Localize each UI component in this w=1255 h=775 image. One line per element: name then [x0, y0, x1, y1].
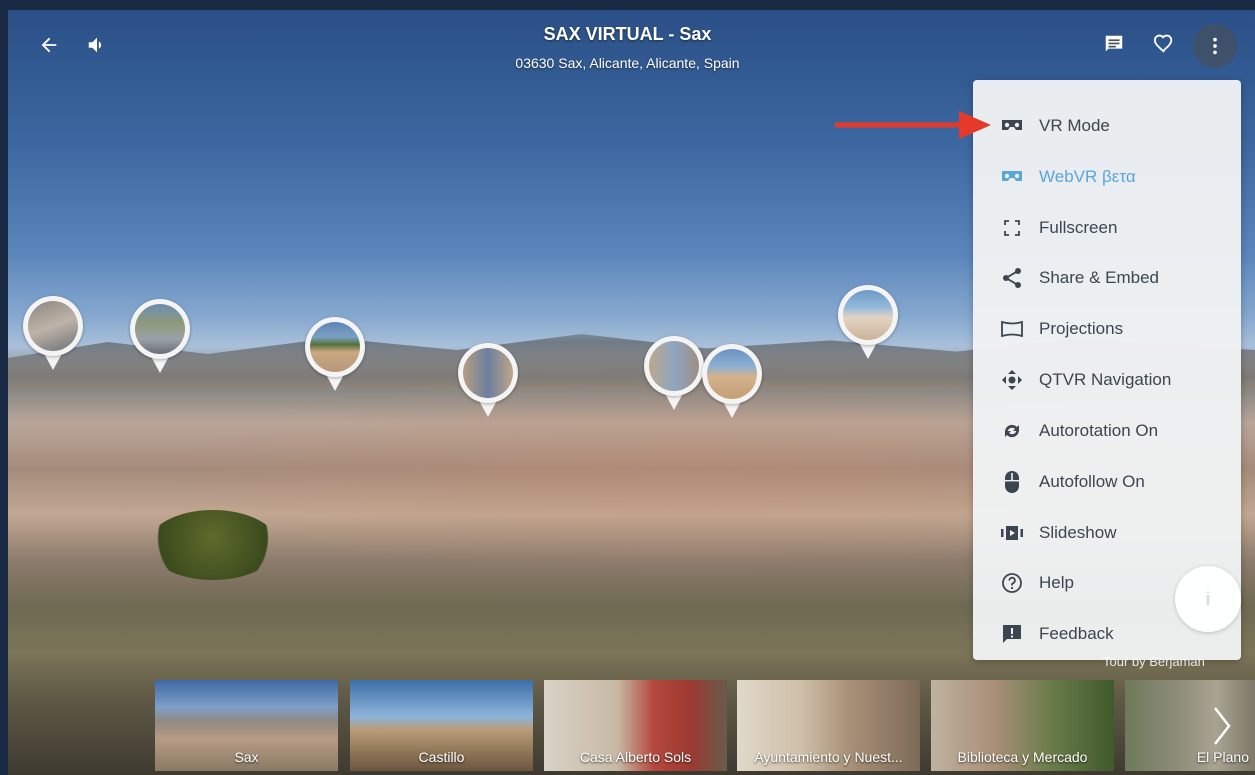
menu-item-label: Autofollow On — [1039, 472, 1145, 491]
scene-thumbnail[interactable]: Casa Alberto Sols — [544, 680, 727, 771]
menu-item-label: Help — [1039, 573, 1074, 592]
projections-icon — [999, 316, 1025, 342]
menu-item-label: Share & Embed — [1039, 268, 1160, 287]
page-subtitle: 03630 Sax, Alicante, Alicante, Spain — [515, 55, 740, 71]
scene-thumbnail[interactable]: Ayuntamiento y Nuest... — [737, 680, 920, 771]
thumbnail-label: Biblioteca y Mercado — [957, 749, 1088, 765]
comment-icon[interactable] — [1100, 30, 1128, 58]
menu-item-label: Feedback — [1039, 624, 1114, 643]
heart-icon[interactable] — [1150, 30, 1178, 58]
kebab-menu-icon[interactable] — [1193, 24, 1237, 68]
autorotation-icon — [999, 418, 1025, 444]
feedback-icon — [999, 621, 1025, 647]
share-icon — [999, 265, 1025, 291]
hotspot-marker[interactable] — [23, 296, 83, 374]
tree — [148, 510, 278, 580]
menu-item-share-embed[interactable]: Share & Embed — [973, 253, 1241, 303]
menu-item-label: QTVR Navigation — [1039, 370, 1172, 389]
hotspot-marker[interactable] — [702, 344, 762, 422]
menu-item-label: WebVR βετα — [1039, 167, 1136, 186]
top-bar: SAX VIRTUAL - Sax 03630 Sax, Alicante, A… — [0, 0, 1255, 90]
menu-item-label: Slideshow — [1039, 523, 1117, 542]
thumbnail-label: Ayuntamiento y Nuest... — [754, 749, 903, 765]
thumbnail-label: Casa Alberto Sols — [579, 749, 692, 765]
hotspot-marker[interactable] — [644, 336, 704, 414]
vr-goggles-icon — [999, 113, 1025, 139]
hotspot-marker[interactable] — [305, 317, 365, 395]
menu-item-webvr[interactable]: WebVR βετα — [973, 152, 1241, 202]
slideshow-icon — [999, 520, 1025, 546]
annotation-arrow — [835, 109, 995, 148]
page-title: SAX VIRTUAL - Sax — [543, 24, 712, 44]
fullscreen-icon — [999, 215, 1025, 241]
help-icon — [999, 570, 1025, 596]
chevron-right-icon[interactable] — [1207, 706, 1237, 746]
info-button[interactable]: i — [1175, 566, 1241, 632]
menu-item-label: Projections — [1039, 319, 1124, 338]
hotspot-marker[interactable] — [838, 285, 898, 363]
menu-item-slideshow[interactable]: Slideshow — [973, 508, 1241, 558]
menu-item-vr-mode[interactable]: VR Mode — [973, 101, 1241, 151]
menu-item-label: VR Mode — [1039, 116, 1110, 135]
hotspot-marker[interactable] — [458, 343, 518, 421]
menu-item-fullscreen[interactable]: Fullscreen — [973, 203, 1241, 253]
menu-item-label: Fullscreen — [1039, 218, 1118, 237]
tour-credit: Tour by Berjaman — [1103, 654, 1205, 669]
thumbnail-label: Castillo — [418, 749, 465, 765]
menu-item-autorotation[interactable]: Autorotation On — [973, 406, 1241, 456]
scene-thumbnail[interactable]: Castillo — [350, 680, 533, 771]
mouse-icon — [999, 469, 1025, 495]
menu-item-qtvr-navigation[interactable]: QTVR Navigation — [973, 355, 1241, 405]
scene-thumbnail[interactable]: Sax — [155, 680, 338, 771]
qtvr-navigation-icon — [999, 367, 1025, 393]
thumbnail-label: Sax — [234, 749, 259, 765]
scene-thumbnail[interactable]: Biblioteca y Mercado — [931, 680, 1114, 771]
menu-item-projections[interactable]: Projections — [973, 304, 1241, 354]
scene-thumbnail-strip: Sax Castillo Casa Alberto Sols Ayuntamie… — [155, 680, 1255, 775]
thumbnail-label: El Plano — [1196, 749, 1249, 765]
menu-item-autofollow[interactable]: Autofollow On — [973, 457, 1241, 507]
menu-item-label: Autorotation On — [1039, 421, 1159, 440]
hotspot-marker[interactable] — [130, 299, 190, 377]
webvr-goggles-icon — [999, 164, 1025, 190]
